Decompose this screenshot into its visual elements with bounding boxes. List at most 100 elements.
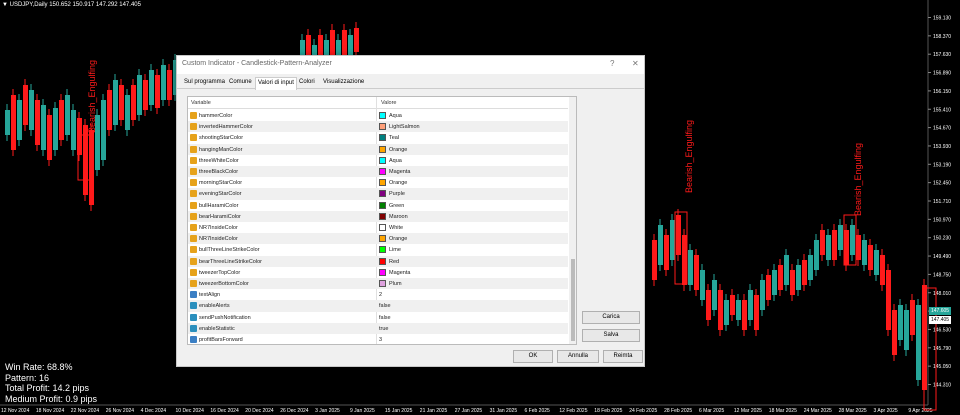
menu-triangle-icon[interactable]: ▼	[2, 2, 8, 8]
color-swatch[interactable]	[379, 246, 386, 254]
tab-visualization[interactable]: Visualizzazione	[321, 77, 366, 89]
input-row[interactable]: hammerColor Aqua	[188, 110, 568, 121]
price-tick-label: 159.130	[933, 16, 951, 22]
input-value[interactable]: Aqua	[389, 113, 402, 119]
input-value[interactable]: Purple	[389, 191, 405, 197]
candle-body	[910, 300, 915, 335]
input-row[interactable]: bearThreeLineStrikeColor Red	[188, 255, 568, 267]
input-row[interactable]: profitBarsForward 3	[188, 334, 568, 344]
candle-body	[700, 270, 705, 300]
input-row[interactable]: eveningStarColor Purple	[188, 188, 568, 200]
close-icon[interactable]: ✕	[632, 59, 639, 68]
color-swatch[interactable]	[379, 145, 386, 153]
input-row[interactable]: tweezerBottomColor Plum	[188, 278, 568, 290]
color-swatch[interactable]	[379, 201, 386, 209]
input-row[interactable]: bullHaramiColor Green	[188, 200, 568, 211]
input-row[interactable]: hangingManColor Orange	[188, 143, 568, 155]
dialog-titlebar[interactable]: Custom Indicator - Candlestick-Pattern-A…	[177, 56, 644, 74]
input-value[interactable]: true	[379, 326, 388, 332]
input-row[interactable]: NR7InsideColor Orange	[188, 233, 568, 245]
input-row[interactable]: sendPushNotification false	[188, 312, 568, 323]
tab-about[interactable]: Sul programma	[182, 77, 227, 89]
input-row[interactable]: NR7InsideColor White	[188, 222, 568, 233]
candle-body	[676, 215, 681, 255]
color-swatch[interactable]	[379, 212, 386, 220]
input-value[interactable]: LightSalmon	[389, 124, 420, 130]
input-value[interactable]: false	[379, 303, 391, 309]
color-swatch[interactable]	[379, 235, 386, 243]
input-value[interactable]: Red	[389, 259, 399, 265]
input-value[interactable]: Orange	[389, 147, 407, 153]
input-value[interactable]: 3	[379, 337, 382, 343]
input-value[interactable]: Maroon	[389, 214, 408, 220]
input-name: threeBlackColor	[199, 169, 239, 175]
tab-inputs[interactable]: Valori di input	[255, 77, 297, 90]
candle-body	[850, 225, 855, 255]
load-button[interactable]: Carica	[582, 311, 640, 324]
input-value[interactable]: Lime	[389, 247, 401, 253]
input-value[interactable]: false	[379, 315, 391, 321]
input-row[interactable]: shootingStarColor Teal	[188, 132, 568, 143]
input-row[interactable]: enableStatistic true	[188, 322, 568, 334]
scrollbar-thumb[interactable]	[571, 259, 575, 341]
color-swatch[interactable]	[379, 112, 386, 119]
candle-body	[736, 300, 741, 320]
grid-scrollbar[interactable]	[569, 97, 576, 344]
input-row[interactable]: invertedHammerColor LightSalmon	[188, 121, 568, 133]
color-swatch[interactable]	[379, 268, 386, 276]
input-name: bearHaramiColor	[199, 213, 241, 220]
input-name: enableAlerts	[199, 303, 230, 310]
color-param-icon	[190, 168, 197, 175]
color-param-icon	[190, 280, 197, 287]
input-row[interactable]: bullThreeLineStrikeColor Lime	[188, 244, 568, 255]
candle-body	[155, 75, 160, 108]
input-value[interactable]: Magenta	[389, 169, 410, 175]
price-tick-label: 156.890	[933, 71, 951, 77]
input-row[interactable]: threeBlackColor Magenta	[188, 166, 568, 178]
save-button[interactable]: Salva	[582, 329, 640, 342]
input-value[interactable]: Green	[389, 203, 404, 209]
color-swatch[interactable]	[379, 224, 386, 231]
date-tick-label: 4 Dec 2024	[141, 408, 167, 414]
candle-body	[718, 290, 723, 330]
tab-colors[interactable]: Colori	[297, 77, 317, 89]
input-row[interactable]: enableAlerts false	[188, 300, 568, 312]
price-tick-label: 150.970	[933, 217, 951, 223]
candle-body	[724, 300, 729, 325]
bool-param-icon	[190, 302, 197, 310]
input-row[interactable]: morningStarColor Orange	[188, 177, 568, 188]
input-value[interactable]: Teal	[389, 135, 399, 141]
price-tick-label: 157.630	[933, 52, 951, 58]
input-value[interactable]: Magenta	[389, 270, 410, 276]
input-value[interactable]: 2	[379, 292, 382, 298]
input-value[interactable]: Aqua	[389, 158, 402, 164]
tab-common[interactable]: Comune	[227, 77, 254, 89]
color-swatch[interactable]	[379, 257, 386, 265]
date-tick-label: 28 Mar 2025	[839, 408, 867, 414]
cancel-button[interactable]: Annulla	[557, 350, 599, 363]
input-row[interactable]: tweezerTopColor Magenta	[188, 267, 568, 278]
color-swatch[interactable]	[379, 190, 386, 198]
color-swatch[interactable]	[379, 179, 386, 187]
input-value[interactable]: Orange	[389, 180, 407, 186]
inputs-grid[interactable]: Variable Valore hammerColor Aqua invertedH…	[187, 96, 577, 345]
ok-button[interactable]: OK	[513, 350, 553, 363]
input-row[interactable]: threeWhiteColor Aqua	[188, 155, 568, 166]
input-row[interactable]: textAlign 2	[188, 289, 568, 300]
date-tick-label: 12 Nov 2024	[1, 408, 30, 414]
candle-body	[832, 230, 837, 260]
color-swatch[interactable]	[379, 156, 386, 164]
input-value[interactable]: Orange	[389, 236, 407, 242]
help-icon[interactable]: ?	[610, 59, 614, 68]
input-row[interactable]: bearHaramiColor Maroon	[188, 210, 568, 222]
candle-body	[874, 250, 879, 275]
color-swatch[interactable]	[379, 280, 386, 287]
bool-param-icon	[190, 324, 197, 332]
color-swatch[interactable]	[379, 123, 386, 131]
input-value[interactable]: Plum	[389, 281, 402, 287]
color-swatch[interactable]	[379, 134, 386, 142]
date-tick-label: 15 Jan 2025	[385, 408, 413, 414]
color-swatch[interactable]	[379, 168, 386, 175]
reset-button[interactable]: Reimta	[603, 350, 643, 363]
input-value[interactable]: White	[389, 225, 403, 231]
